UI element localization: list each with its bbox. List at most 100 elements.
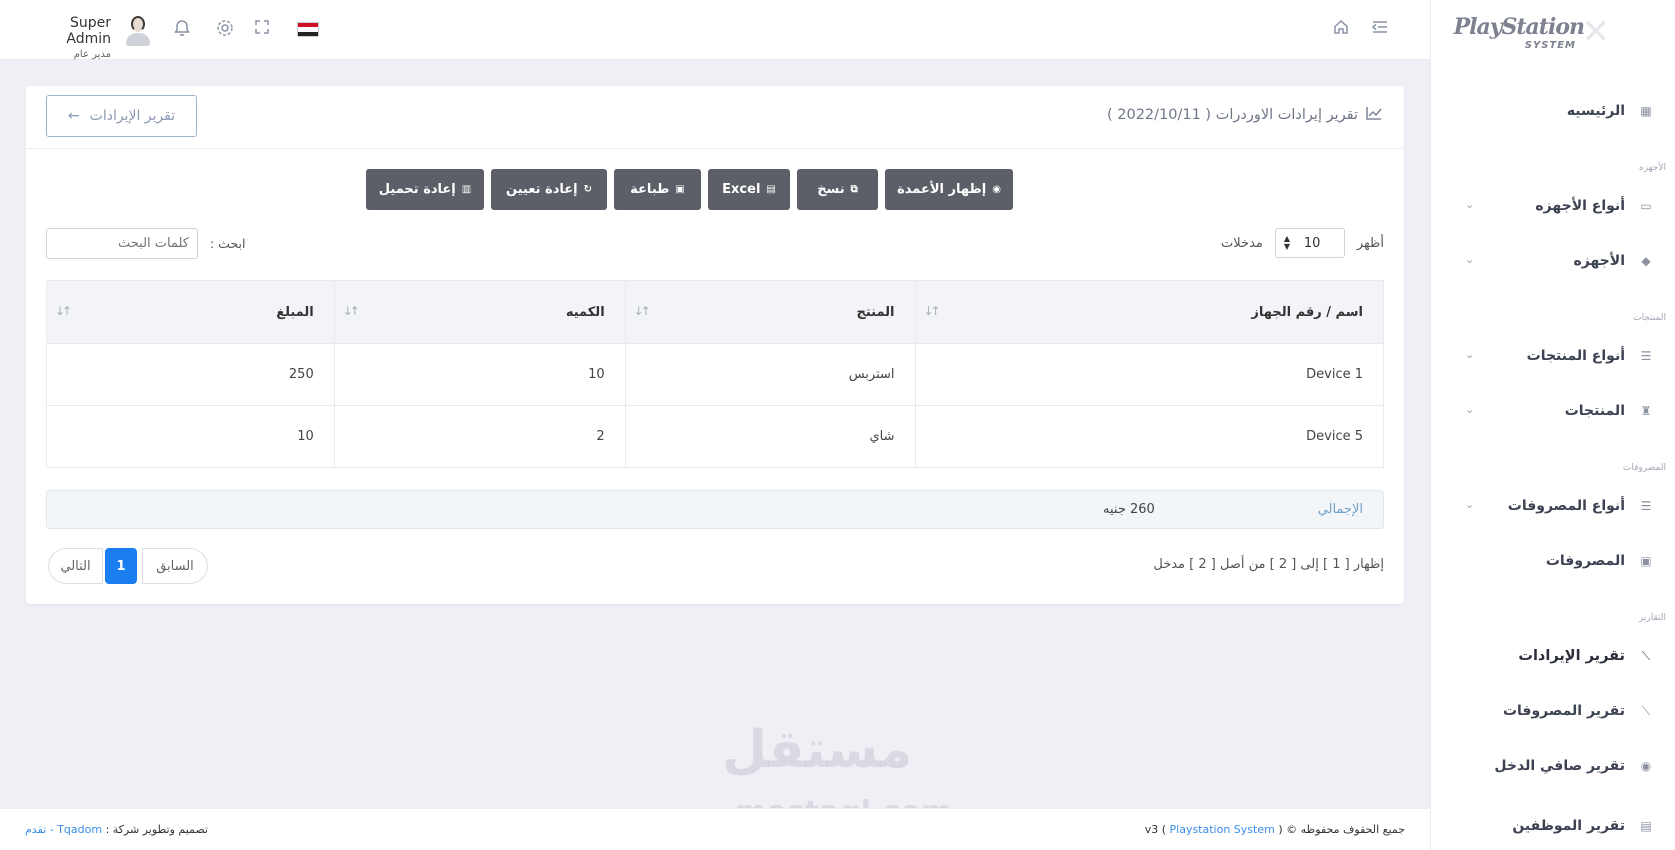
revenue-table: اسم / رقم الجهاز ↑↓ المنتج ↑↓ الكميه ↑↓ الم… [46,280,1385,468]
column-header-device[interactable]: اسم / رقم الجهاز ↑↓ [914,280,1385,344]
company-link[interactable]: Tqadom - تقدم [25,823,102,836]
total-label: الإجمالي [1317,502,1363,517]
sidebar-item-label: الأجهزه [1573,253,1625,269]
reset-button[interactable]: ↻ إعادة تعيين [491,169,607,210]
footer-copyright: جميع الحقوف محفوظه © ( Playstation Syste… [1145,823,1405,836]
sidebar-item-expense-report[interactable]: ⟋ تقرير المصروفات [1430,691,1675,731]
system-link[interactable]: Playstation System [1170,823,1275,836]
topbar: Super Admin مدير عام [0,0,1430,60]
copy-button[interactable]: ⧉ نسخ [797,169,878,210]
copy-icon: ⧉ [850,184,858,195]
sidebar-item-label: أنواع المنتجات [1526,348,1625,364]
sort-icon: ↑↓ [633,304,651,318]
fullscreen-icon[interactable] [253,18,271,42]
sidebar-item-label: تقرير صافي الدخل [1494,758,1625,774]
brand-subtitle: SYSTEM [1524,40,1576,51]
brand-logo[interactable]: ✕ PlayStation SYSTEM [1454,10,1610,54]
sidebar-item-devices[interactable]: ◆ الأجهزه ⌄ [1430,241,1675,281]
card-header: تقرير إيرادات الاوردرات ( 2022/10/11 ) ت… [26,86,1404,149]
reload-label: إعادة تحميل [378,182,456,197]
pagination-previous[interactable]: السابق [142,548,208,584]
sidebar-item-label: أنواع المصروفات [1507,498,1625,514]
avatar[interactable] [124,14,152,46]
sort-icon: ↑↓ [342,304,360,318]
avatar-body [126,33,150,46]
sort-icon: ↑↓ [55,304,72,318]
print-button[interactable]: ▣ طباعة [614,169,701,210]
column-header-label: الكميه [565,304,605,320]
gamepad-icon: ◆ [1641,254,1651,268]
sidebar-item-label: تقرير الموظفين [1512,817,1625,834]
user-name: Super Admin [66,15,111,47]
excel-label: Excel [722,182,761,197]
print-label: طباعة [630,182,670,197]
database-icon: ▥ [461,184,472,195]
sidebar-item-employees-report[interactable]: ▤ تقرير الموظفين [1430,801,1675,850]
chevron-down-icon: ⌄ [1465,498,1475,511]
bell-icon[interactable] [172,18,192,44]
sidebar-item-revenue-report[interactable]: ⟋ تقرير الإيرادات [1430,636,1675,676]
briefcase-icon: ▣ [1640,554,1652,568]
back-to-revenue-report-button[interactable]: تقرير الإيرادات ← [46,95,197,137]
page-length: أظهر 10 ▲ ▼ مدخلات [1221,228,1384,258]
home-icon[interactable] [1332,18,1350,42]
cell-amount: 10 [46,405,335,468]
reload-button[interactable]: ▥ إعادة تحميل [366,169,484,210]
version-text: v3 [1144,823,1159,836]
menu-toggle-icon[interactable] [1370,18,1390,42]
page-length-value: 10 [1303,236,1321,251]
footer: جميع الحقوف محفوظه © ( Playstation Syste… [0,808,1430,850]
total-row: الإجمالي 260 جنيه [46,490,1384,529]
chart-line-icon [1366,106,1382,124]
chevron-down-icon: ⌄ [1465,253,1475,266]
table-row[interactable]: Device 5 شاي 2 10 [46,405,1385,468]
arrow-left-icon: ← [67,108,80,124]
user-info[interactable]: Super Admin مدير عام [25,15,111,60]
show-columns-label: إظهار الأعمدة [897,182,987,197]
design-text: تصميم وتطوير شركة : [105,823,208,836]
report-icon: ▤ [1640,818,1652,833]
gear-icon[interactable] [215,18,235,44]
chevron-down-icon: ⌄ [1465,348,1475,361]
sidebar-item-home[interactable]: ▦ الرئيسيه [1430,91,1675,131]
cell-device: Device 5 [914,405,1385,468]
sidebar-item-expense-types[interactable]: ☰ أنواع المصروفات ⌄ [1430,486,1675,526]
sidebar-item-net-income-report[interactable]: ◉ تقرير صافي الدخل [1430,746,1675,786]
show-columns-button[interactable]: ◉ إظهار الأعمدة [885,169,1013,210]
report-card: تقرير إيرادات الاوردرات ( 2022/10/11 ) ت… [26,86,1404,604]
bracket-open: ( [1278,823,1283,836]
page-title: تقرير إيرادات الاوردرات ( 2022/10/11 ) [1106,107,1358,123]
section-reports: التقارير [1638,613,1666,623]
total-value: 260 جنيه [1103,502,1155,517]
sidebar-item-products[interactable]: ♜ المنتجات ⌄ [1430,391,1675,431]
cell-product: شاي [624,405,916,468]
select-arrows-icon: ▲ ▼ [1283,234,1291,251]
column-header-label: المبلغ [276,304,314,320]
table-row[interactable]: Device 1 استربس 10 250 [46,343,1385,406]
section-products: المنتجات [1633,313,1666,323]
column-header-label: اسم / رقم الجهاز [1251,304,1363,320]
coins-icon: ◉ [1640,759,1652,773]
column-header-product[interactable]: المنتج ↑↓ [624,280,916,344]
back-button-label: تقرير الإيرادات [89,108,176,124]
page-length-select[interactable]: 10 ▲ ▼ [1274,228,1345,258]
cell-quantity: 2 [333,405,626,468]
sidebar-item-expenses[interactable]: ▣ المصروفات [1430,541,1675,581]
sidebar-item-product-types[interactable]: ☰ أنواع المنتجات ⌄ [1430,336,1675,376]
search-input[interactable] [46,228,198,259]
column-header-amount[interactable]: المبلغ ↑↓ [46,280,335,344]
flag-icon[interactable] [297,22,319,37]
sidebar-item-device-types[interactable]: ▭ أنواع الأجهزه ⌄ [1430,186,1675,226]
column-header-quantity[interactable]: الكميه ↑↓ [333,280,626,344]
pagination-next[interactable]: التالي [48,548,103,584]
table-info: إظهار [ 1 ] إلى [ 2 ] من أصل [ 2 ] مدخل [1153,557,1384,572]
cell-amount: 250 [46,343,335,406]
sidebar-item-label: أنواع الأجهزه [1535,198,1625,214]
footer-credit: تصميم وتطوير شركة : Tqadom - تقدم [25,823,208,836]
bracket-close: ) [1161,823,1167,836]
pagination-page-current[interactable]: 1 [105,548,137,584]
page-title-wrap: تقرير إيرادات الاوردرات ( 2022/10/11 ) [1107,106,1382,124]
reset-label: إعادة تعيين [506,182,578,197]
excel-button[interactable]: ▤ Excel [708,169,790,210]
watermark-logo: مستقل [722,720,913,780]
